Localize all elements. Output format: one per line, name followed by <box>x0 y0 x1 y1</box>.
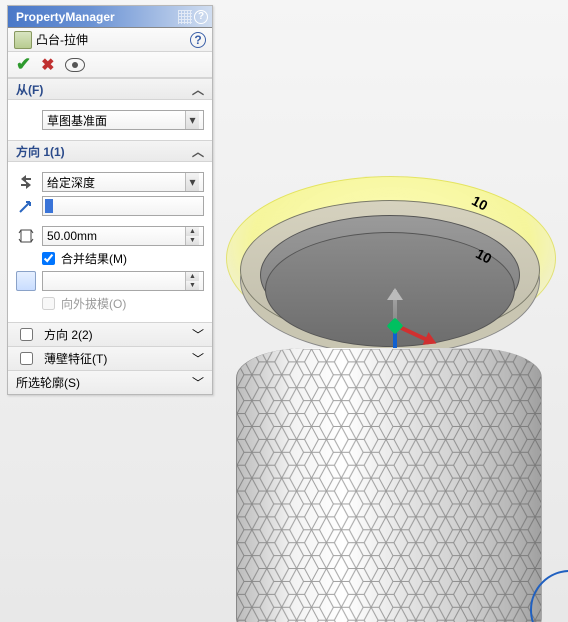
section-from-label: 从(F) <box>16 81 43 98</box>
end-condition-value: 给定深度 <box>47 174 95 191</box>
section-dir2-label: 方向 2(2) <box>44 326 93 343</box>
from-condition-value: 草图基准面 <box>47 112 107 129</box>
chevron-down-icon: ﹀ <box>192 326 204 343</box>
chevron-down-icon: ﹀ <box>192 350 204 367</box>
section-dir1-header[interactable]: 方向 1(1) ︿ <box>8 140 212 162</box>
pushpin-icon[interactable] <box>178 10 192 24</box>
direction-vector-icon[interactable] <box>17 197 35 215</box>
model-mesh-body <box>236 348 542 622</box>
triad-z-arrowhead <box>387 288 403 300</box>
chevron-up-icon: ︿ <box>192 143 204 160</box>
panel-help-icon[interactable]: ? <box>194 10 208 24</box>
section-contours-label: 所选轮廓(S) <box>16 374 80 391</box>
merge-result-checkbox[interactable]: 合并结果(M) <box>42 250 127 267</box>
feature-name: 凸台-拉伸 <box>36 31 190 48</box>
section-dir1-label: 方向 1(1) <box>16 143 65 160</box>
end-condition-combo[interactable]: 给定深度 ▾ <box>42 172 204 192</box>
draft-outward-label: 向外拔模(O) <box>61 295 126 312</box>
panel-titlebar[interactable]: PropertyManager ? <box>8 6 212 28</box>
chevron-down-icon: ▾ <box>185 173 199 191</box>
selection-highlight <box>45 199 53 213</box>
draft-outward-input <box>42 297 55 310</box>
section-from-header[interactable]: 从(F) ︿ <box>8 78 212 100</box>
spin-buttons[interactable]: ▲▼ <box>185 227 199 245</box>
ok-button[interactable]: ✔ <box>16 54 31 75</box>
chevron-down-icon: ﹀ <box>192 374 204 391</box>
feature-header: 凸台-拉伸 ? <box>8 28 212 52</box>
merge-result-label: 合并结果(M) <box>61 250 127 267</box>
draft-outward-checkbox: 向外拔模(O) <box>42 295 126 312</box>
section-thin-label: 薄壁特征(T) <box>44 350 107 367</box>
dir2-enable-checkbox[interactable] <box>20 328 33 341</box>
section-from-body: 草图基准面 ▾ <box>8 100 212 140</box>
draft-icon[interactable] <box>16 271 36 291</box>
panel-title: PropertyManager <box>16 10 115 24</box>
feature-help-icon[interactable]: ? <box>190 32 206 48</box>
extrude-icon <box>14 31 32 49</box>
from-condition-combo[interactable]: 草图基准面 ▾ <box>42 110 204 130</box>
draft-angle-input[interactable]: ▲▼ <box>42 271 204 291</box>
chevron-up-icon: ︿ <box>192 81 204 98</box>
spin-buttons[interactable]: ▲▼ <box>185 272 199 290</box>
merge-result-input[interactable] <box>42 252 55 265</box>
thin-enable-checkbox[interactable] <box>20 352 33 365</box>
section-contours-header[interactable]: 所选轮廓(S) ﹀ <box>8 370 212 394</box>
chevron-down-icon: ▾ <box>185 111 199 129</box>
hex-pattern-icon <box>237 348 541 622</box>
cancel-button[interactable]: ✖ <box>41 55 54 75</box>
direction-reference-input[interactable] <box>42 196 204 216</box>
reverse-direction-icon[interactable] <box>17 173 35 191</box>
triad-origin[interactable] <box>387 318 404 335</box>
section-dir2-header[interactable]: 方向 2(2) ﹀ <box>8 322 212 346</box>
preview-toggle-icon[interactable] <box>65 58 85 72</box>
depth-icon <box>17 227 35 245</box>
property-manager-panel: PropertyManager ? 凸台-拉伸 ? ✔ ✖ 从(F) ︿ 草图基… <box>7 5 213 395</box>
section-dir1-body: 给定深度 ▾ <box>8 162 212 322</box>
depth-input[interactable]: 50.00mm ▲▼ <box>42 226 204 246</box>
section-thin-header[interactable]: 薄壁特征(T) ﹀ <box>8 346 212 370</box>
depth-value: 50.00mm <box>47 229 97 243</box>
confirm-bar: ✔ ✖ <box>8 52 212 78</box>
